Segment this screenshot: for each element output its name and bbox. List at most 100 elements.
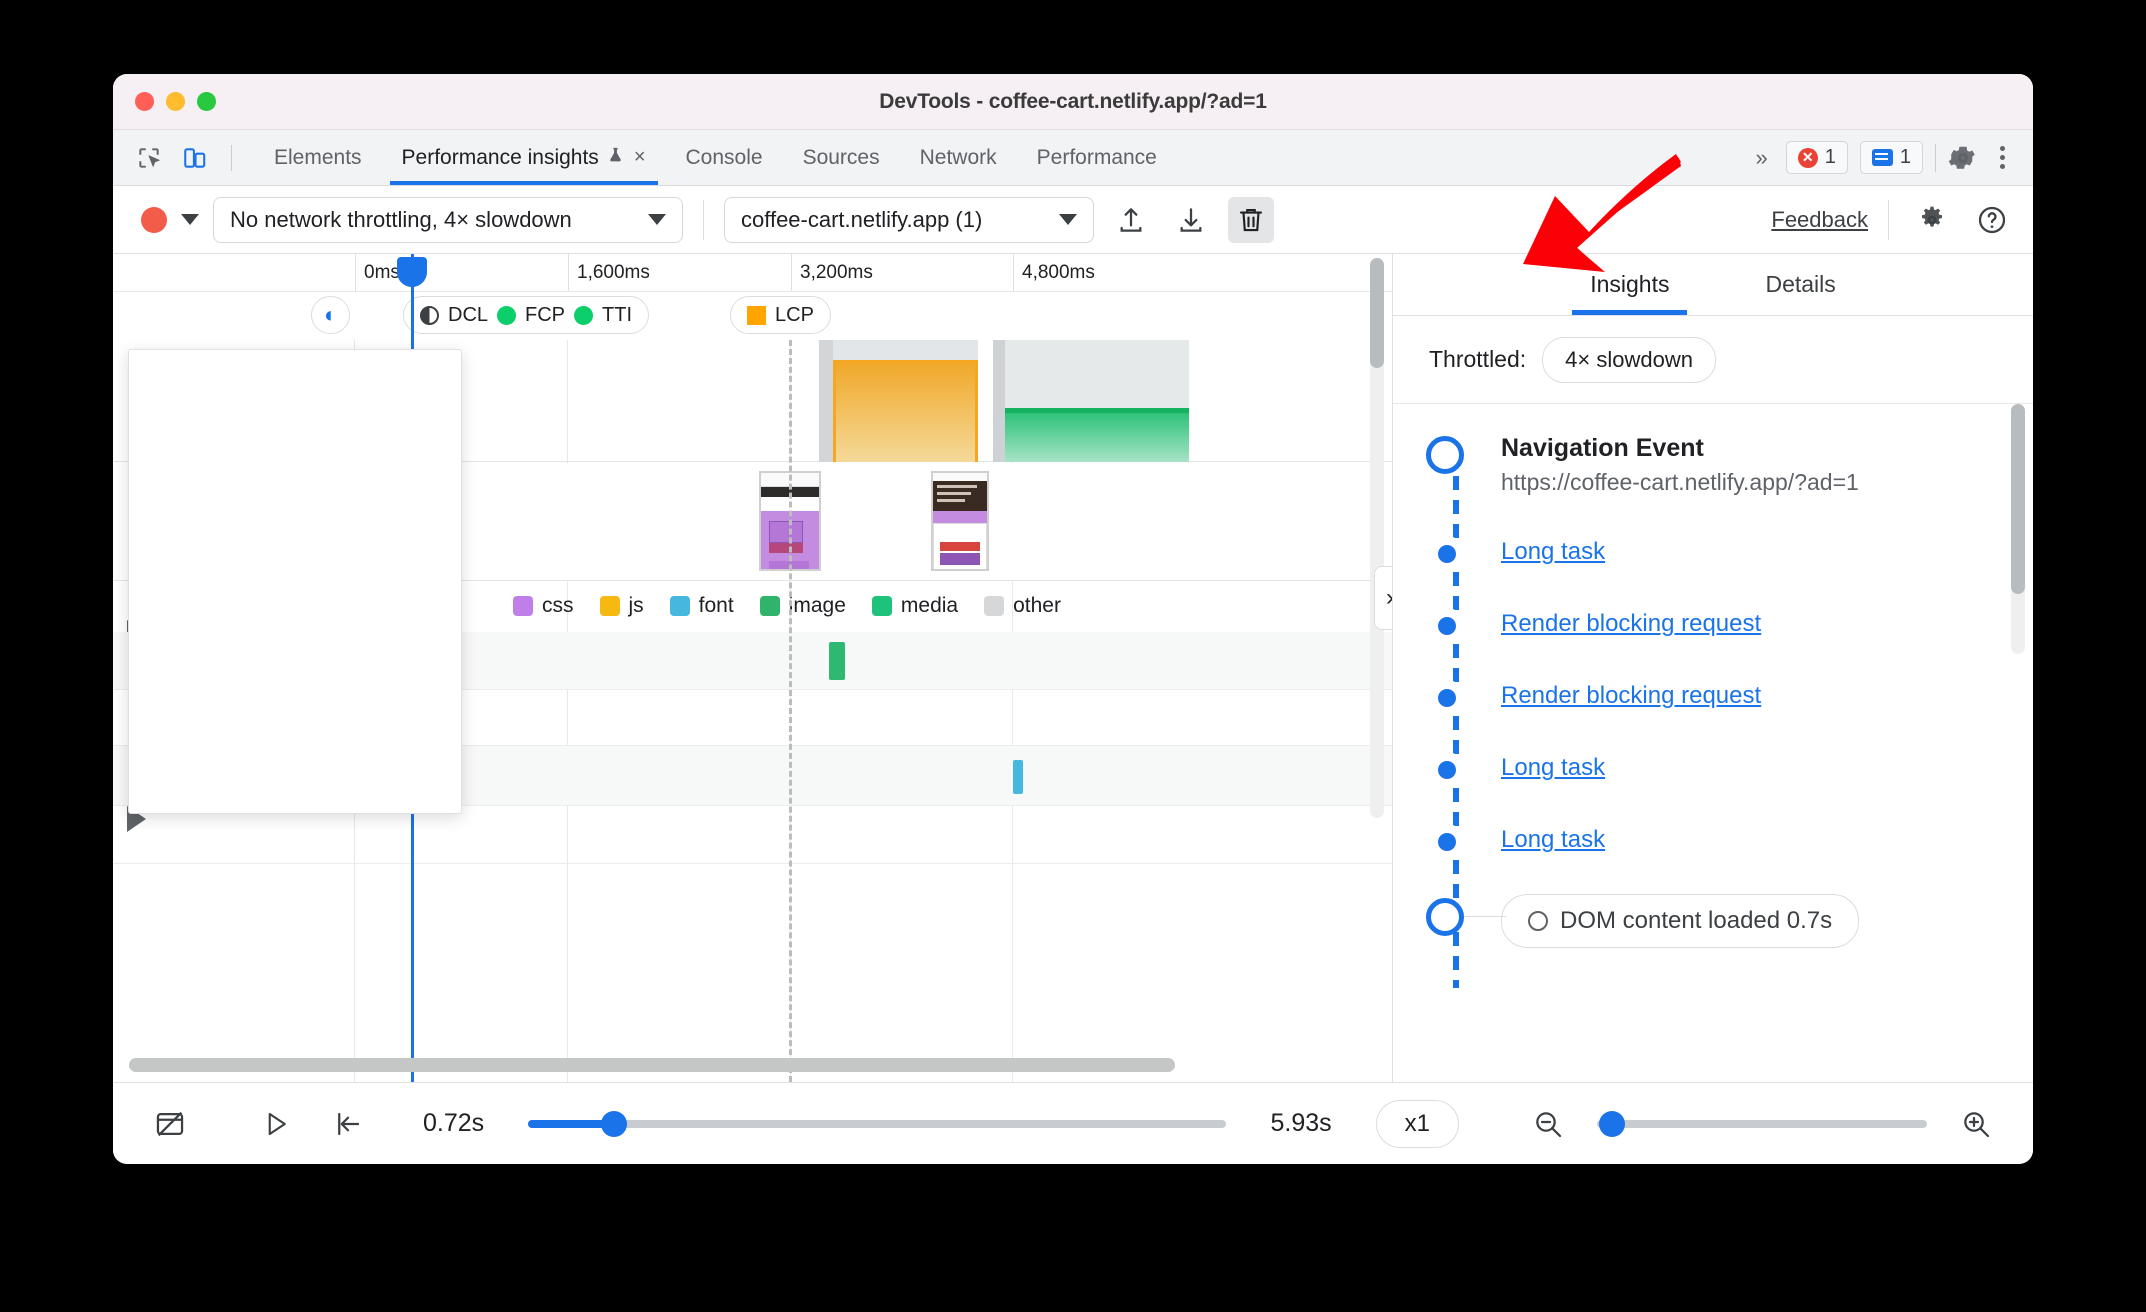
page-select[interactable]: coffee-cart.netlify.app (1) [724, 196, 1094, 243]
more-tabs-icon[interactable]: » [1750, 145, 1774, 171]
marker-pill-partial[interactable]: ◐ [311, 296, 351, 334]
insight-item[interactable]: Long task [1438, 538, 2033, 566]
zoom-slider-knob[interactable] [1599, 1110, 1625, 1137]
record-button[interactable] [141, 206, 167, 233]
legend-item-css: css [513, 594, 574, 618]
inspect-element-icon[interactable] [131, 140, 167, 176]
tab-sources[interactable]: Sources [783, 130, 900, 185]
network-block-other[interactable] [819, 340, 833, 462]
tooltip-popup [128, 349, 462, 814]
insight-link-render-blocking-1[interactable]: Render blocking request [1501, 610, 1761, 637]
throttled-label: Throttled: [1429, 346, 1527, 372]
track-row[interactable] [113, 806, 1392, 864]
toolbar-divider-2 [1888, 199, 1889, 240]
timeline-ruler[interactable]: 0ms 1,600ms 3,200ms 4,800ms [113, 254, 1392, 292]
insight-link-render-blocking-2[interactable]: Render blocking request [1501, 682, 1761, 709]
timeline-node [1438, 761, 1456, 779]
tti-label: TTI [602, 303, 633, 326]
tab-performance-insights[interactable]: Performance insights × [382, 130, 666, 185]
jump-to-start-icon[interactable] [325, 1101, 371, 1147]
hide-screenshots-icon[interactable] [147, 1101, 193, 1147]
expand-sidebar-handle[interactable]: › [1374, 566, 1392, 630]
help-icon[interactable] [1969, 197, 2015, 243]
insight-item[interactable]: Long task [1438, 826, 2033, 854]
right-divider [1935, 143, 1936, 172]
sidebar-scrollbar-thumb[interactable] [2011, 404, 2025, 594]
insight-item[interactable]: Render blocking request [1438, 610, 2033, 638]
tab-console[interactable]: Console [666, 130, 783, 185]
timeline-marker-strip: ◐ DCL FCP TTI LCP [113, 292, 1392, 340]
gear-icon[interactable] [1948, 143, 1978, 173]
legend-label: other [1013, 594, 1061, 617]
navigation-event-item[interactable]: Navigation Event https://coffee-cart.net… [1426, 434, 2033, 496]
network-block-wait[interactable] [833, 340, 978, 360]
message-count-badge[interactable]: 1 [1859, 141, 1923, 174]
download-icon[interactable] [1168, 197, 1214, 243]
filmstrip-thumbnail[interactable] [931, 471, 989, 571]
legend-item-other: other [984, 594, 1061, 618]
trash-icon[interactable] [1228, 196, 1274, 243]
device-toolbar-icon[interactable] [177, 140, 213, 176]
tab-bar-right-controls: » ✕ 1 1 [1750, 130, 2034, 185]
marker-pill-group[interactable]: DCL FCP TTI [403, 296, 650, 334]
insight-link-long-task-3[interactable]: Long task [1501, 826, 1605, 853]
insight-link-long-task-2[interactable]: Long task [1501, 754, 1605, 781]
throttled-row: Throttled: 4× slowdown [1393, 316, 2033, 404]
ruler-tick: 4,800ms [1013, 254, 1095, 291]
timeline-scrollbar-thumb[interactable] [1370, 258, 1384, 368]
devtools-window: DevTools - coffee-cart.netlify.app/?ad=1… [113, 74, 2033, 1164]
feedback-link[interactable]: Feedback [1771, 207, 1868, 233]
zoom-slider[interactable] [1597, 1110, 1927, 1137]
navigation-event-url: https://coffee-cart.netlify.app/?ad=1 [1501, 469, 1859, 495]
left-marker-icon: ◐ [324, 302, 338, 327]
insights-body[interactable]: Navigation Event https://coffee-cart.net… [1393, 404, 2033, 1082]
upload-icon[interactable] [1108, 197, 1154, 243]
chevron-down-icon [1059, 214, 1077, 225]
playhead-handle[interactable] [397, 257, 427, 287]
devtools-tab-bar: Elements Performance insights × Console … [113, 130, 2033, 186]
slider-knob[interactable] [601, 1110, 628, 1137]
task-bar-image[interactable] [829, 642, 845, 680]
tab-elements[interactable]: Elements [254, 130, 382, 185]
insight-link-long-task[interactable]: Long task [1501, 538, 1605, 565]
dom-content-loaded-badge[interactable]: DOM content loaded 0.7s [1501, 894, 1860, 948]
insight-item[interactable]: Long task [1438, 754, 2033, 782]
error-count-badge[interactable]: ✕ 1 [1785, 141, 1848, 174]
lcp-marker-line [789, 340, 792, 1082]
tab-insights[interactable]: Insights [1572, 254, 1688, 315]
dcl-marker-icon [420, 305, 439, 325]
network-block-other-2[interactable] [993, 340, 1005, 462]
network-block-wait-2[interactable] [1005, 340, 1189, 408]
play-icon[interactable] [253, 1101, 299, 1147]
error-count-label: 1 [1824, 146, 1836, 168]
dom-content-loaded-item[interactable]: DOM content loaded 0.7s [1426, 894, 2033, 948]
connector-line [1464, 916, 1506, 917]
settings-icon[interactable] [1909, 197, 1955, 243]
more-options-icon[interactable] [1990, 146, 2015, 169]
marker-pill-lcp[interactable]: LCP [730, 296, 831, 334]
tab-performance[interactable]: Performance [1017, 130, 1177, 185]
sidebar-tab-label: Insights [1590, 271, 1670, 297]
zoom-out-icon[interactable] [1525, 1101, 1571, 1147]
tab-network[interactable]: Network [900, 130, 1017, 185]
horizontal-scrollbar[interactable] [129, 1058, 1175, 1072]
tab-label: Console [685, 145, 763, 169]
legend-item-font: font [669, 594, 734, 618]
zoom-in-icon[interactable] [1953, 1101, 1999, 1147]
close-tab-button[interactable]: × [634, 146, 646, 169]
slider-fill [528, 1119, 612, 1128]
tab-details[interactable]: Details [1747, 254, 1853, 315]
task-bar-font[interactable] [1013, 760, 1023, 794]
sidebar-tab-label: Details [1765, 271, 1836, 297]
throttling-select[interactable]: No network throttling, 4× slowdown [213, 196, 683, 243]
main-content: 0ms 1,600ms 3,200ms 4,800ms ◐ DCL FCP TT… [113, 254, 2033, 1082]
insight-item[interactable]: Render blocking request [1438, 682, 2033, 710]
timeline-body[interactable]: css js font image media other [113, 254, 1392, 1082]
playback-speed-button[interactable]: x1 [1375, 1099, 1459, 1148]
timeline-pane[interactable]: 0ms 1,600ms 3,200ms 4,800ms ◐ DCL FCP TT… [113, 254, 1393, 1082]
network-block-js[interactable] [833, 360, 978, 462]
record-options-chevron-down-icon[interactable] [181, 214, 199, 225]
time-range-slider[interactable] [528, 1110, 1227, 1137]
network-block-image[interactable] [1005, 408, 1189, 462]
tti-marker-icon [574, 305, 594, 325]
